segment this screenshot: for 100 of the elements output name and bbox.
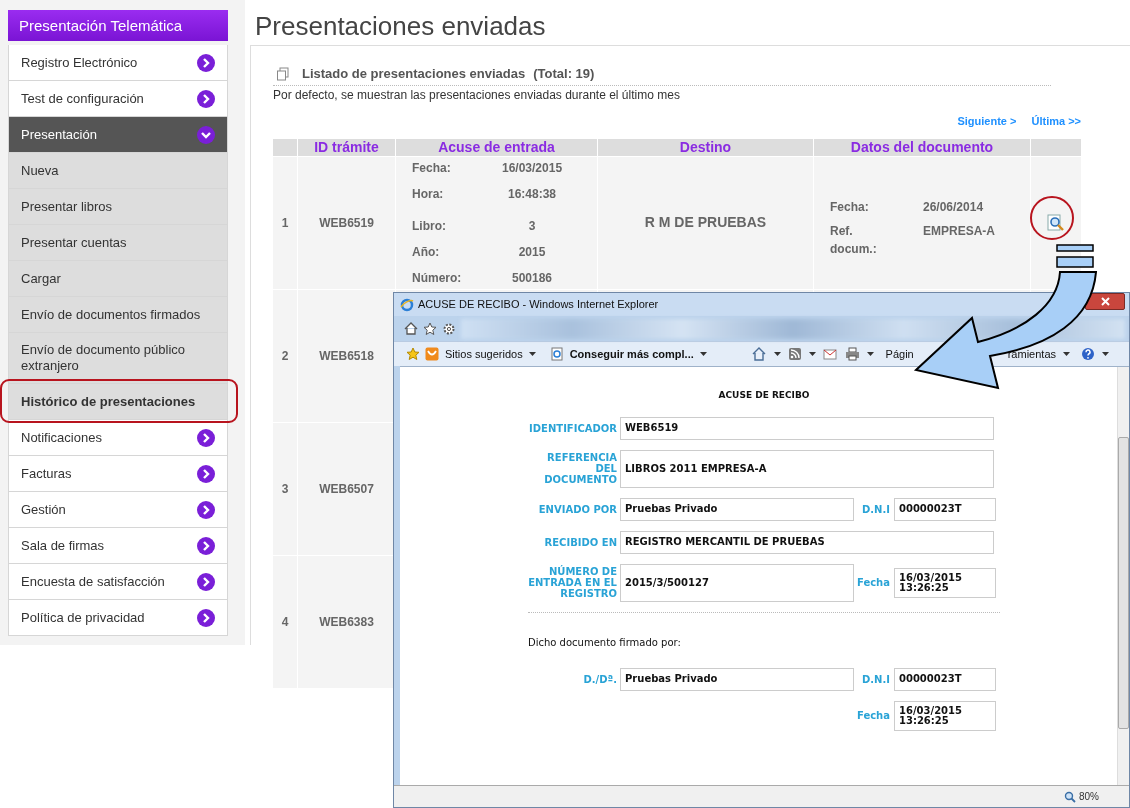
field-label: D.N.I (861, 502, 891, 517)
table-cell: WEB6383 (298, 555, 396, 688)
list-note: Por defecto, se muestran las presentaciones enviadas durante el último mes (273, 86, 681, 104)
tools-menu[interactable]: ramientas (1007, 345, 1056, 363)
page-menu[interactable]: Págin (885, 345, 914, 363)
sidebar-item[interactable]: Registro Electrónico (8, 45, 228, 81)
table-cell: 4 (273, 555, 298, 688)
output-field: REGISTRO MERCANTIL DE PRUEBAS (620, 530, 994, 554)
star-icon[interactable] (423, 321, 437, 336)
double-bar-marker (1056, 244, 1094, 268)
chevron-right-icon (197, 53, 215, 72)
field-value: 3 (527, 217, 537, 235)
sidebar-item[interactable]: Sala de firmas (8, 528, 228, 564)
chevron-right-icon (197, 428, 215, 447)
output-field: 00000023T (894, 497, 996, 521)
close-icon (1100, 297, 1110, 306)
page-title: Presentaciones enviadas (255, 10, 547, 43)
field-label: Fecha (856, 709, 891, 723)
sidebar-item[interactable]: Política de privacidad (8, 600, 228, 636)
sidebar-item[interactable]: Test de configuración (8, 81, 228, 117)
sidebar-title: Presentación Telemática (8, 10, 228, 41)
sidebar-item[interactable]: Presentación (8, 117, 228, 153)
scrollbar-thumb[interactable] (1118, 437, 1129, 729)
field-label: IDENTIFICADOR (528, 422, 618, 434)
table-cell: 3 (273, 422, 298, 555)
dropdown-arrow-icon[interactable] (1102, 352, 1109, 356)
page-icon[interactable] (549, 347, 564, 361)
window-title: ACUSE DE RECIBO - Windows Internet Explorer (418, 297, 659, 313)
output-field: LIBROS 2011 EMPRESA-A (620, 449, 994, 488)
chevron-down-icon (197, 125, 215, 144)
sidebar-item[interactable]: Notificaciones (8, 420, 228, 456)
table-cell: WEB6507 (298, 422, 396, 555)
field-label: Año: (412, 243, 441, 261)
list-total: (Total: 19) (533, 65, 595, 83)
output-field: 00000023T (894, 667, 996, 691)
chevron-right-icon (197, 89, 215, 108)
field-label: RECIBIDO EN (543, 536, 618, 548)
chevron-right-icon (197, 536, 215, 555)
sidebar-item[interactable]: Facturas (8, 456, 228, 492)
column-header: ID trámite (298, 138, 396, 156)
output-field: Pruebas Privado (620, 497, 854, 521)
copy-icon (276, 66, 290, 81)
dropdown-arrow-icon[interactable] (699, 352, 707, 356)
settings-icon[interactable] (442, 321, 456, 336)
scrollbar[interactable] (1117, 367, 1129, 785)
field-label: Libro: (412, 217, 447, 235)
mail-icon[interactable] (822, 348, 837, 360)
sidebar-item[interactable]: Presentar libros (8, 189, 228, 225)
home-icon[interactable] (404, 322, 418, 335)
feed-icon[interactable] (787, 347, 802, 361)
field-value: 16/03/2015 (502, 159, 562, 177)
view-document-icon[interactable] (1047, 213, 1065, 232)
table-cell: R M DE PRUEBAS (598, 156, 814, 289)
table-cell: 1 (273, 156, 298, 289)
document-heading: ACUSE DE RECIBO (717, 389, 811, 402)
field-label: REFERENCIA DEL DOCUMENTO (543, 452, 618, 485)
sidebar-item[interactable]: Envío de documento público extranjero (8, 333, 228, 384)
sidebar-item[interactable]: Presentar cuentas (8, 225, 228, 261)
sidebar-item[interactable]: Histórico de presentaciones (8, 384, 228, 420)
field-label: ENVIADO POR (537, 503, 618, 515)
output-field: Pruebas Privado (620, 667, 854, 691)
sidebar-item[interactable]: Cargar (8, 261, 228, 297)
field-label: Hora: (412, 185, 445, 203)
chevron-right-icon (197, 464, 215, 483)
chevron-right-icon (197, 500, 215, 519)
favorite-link[interactable]: Conseguir más compl... (569, 345, 694, 363)
list-title: Listado de presentaciones enviadas (302, 65, 526, 83)
column-header: Destino (598, 138, 814, 156)
field-label: Fecha: (830, 198, 870, 216)
chevron-right-icon (197, 572, 215, 591)
dropdown-arrow-icon[interactable] (866, 352, 874, 356)
output-field: 16/03/2015 13:26:25 (894, 700, 996, 731)
zoom-level[interactable]: 80% (1079, 789, 1099, 804)
field-label: NÚMERO DE ENTRADA EN EL REGISTRO (528, 566, 618, 599)
field-value: EMPRESA-A (923, 222, 996, 240)
dropdown-arrow-icon[interactable] (773, 352, 781, 356)
output-field: 16/03/2015 13:26:25 (894, 567, 996, 598)
field-label: Ref. docum.: (830, 222, 878, 258)
column-header: Datos del documento (814, 138, 1031, 156)
output-field: 2015/3/500127 (620, 563, 854, 602)
favorite-link[interactable]: Sitios sugeridos (445, 345, 523, 363)
dropdown-arrow-icon[interactable] (1063, 352, 1070, 356)
field-value: 500186 (510, 269, 553, 287)
sidebar-item[interactable]: Gestión (8, 492, 228, 528)
home-icon[interactable] (750, 347, 767, 361)
zoom-icon[interactable] (1064, 790, 1076, 803)
dropdown-arrow-icon[interactable] (528, 352, 536, 356)
column-header: Acuse de entrada (396, 138, 598, 156)
table-cell: WEB6519 (298, 156, 396, 289)
field-label: D./Dª. (582, 673, 618, 685)
field-value: 16:48:38 (506, 185, 557, 203)
sidebar-item[interactable]: Envío de documentos firmados (8, 297, 228, 333)
sidebar-item[interactable]: Encuesta de satisfacción (8, 564, 228, 600)
field-label: Fecha: (412, 159, 452, 177)
print-icon[interactable] (844, 347, 860, 361)
sidebar-item[interactable]: Nueva (8, 153, 228, 189)
help-icon[interactable] (1081, 347, 1095, 361)
table-cell: WEB6518 (298, 289, 396, 422)
dropdown-arrow-icon[interactable] (808, 352, 816, 356)
favorites-star-icon[interactable] (406, 347, 421, 361)
